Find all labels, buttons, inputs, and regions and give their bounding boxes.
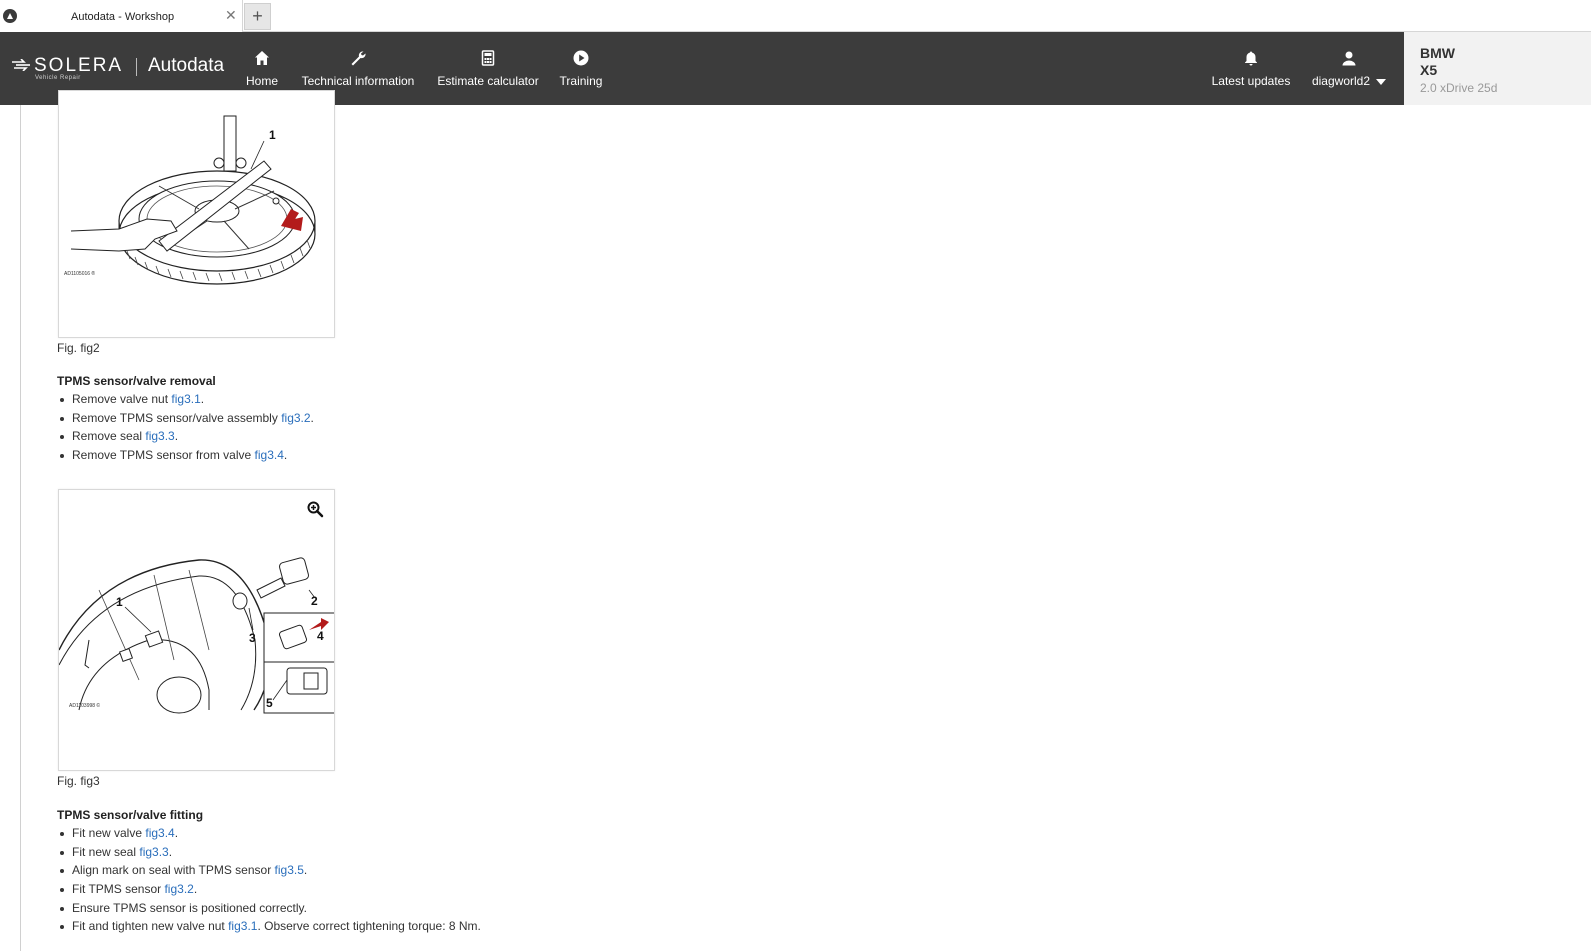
bell-icon	[1245, 51, 1257, 66]
removal-steps: Remove valve nut fig3.1. Remove TPMS sen…	[60, 390, 314, 465]
removal-title: TPMS sensor/valve removal	[57, 374, 216, 388]
list-item: Remove seal fig3.3.	[60, 427, 314, 446]
link-fig3-2[interactable]: fig3.2	[164, 882, 193, 896]
close-tab-icon[interactable]: ✕	[225, 7, 237, 23]
list-item: Fit and tighten new valve nut fig3.1. Ob…	[60, 917, 481, 936]
fig2-callout-1: 1	[269, 128, 276, 142]
vehicle-model: X5	[1420, 62, 1438, 78]
username: diagworld2	[1311, 74, 1371, 88]
browser-tab[interactable]: Autodata - Workshop ✕	[0, 0, 243, 32]
list-item: Remove TPMS sensor/valve assembly fig3.2…	[60, 409, 314, 428]
fig3-callout-2: 2	[311, 594, 318, 608]
solera-autodata-logo[interactable]: SOLERA Vehicle Repair Autodata	[12, 54, 232, 84]
tyre-fitting-diagram: 1 AD1105016 ®	[64, 115, 316, 285]
fig3-callout-5: 5	[266, 696, 273, 710]
solera-mark-icon	[12, 59, 30, 71]
nav-training-label: Training	[559, 74, 603, 88]
list-item: Align mark on seal with TPMS sensor fig3…	[60, 861, 481, 880]
content-left-border	[20, 105, 21, 951]
vehicle-make: BMW	[1420, 45, 1455, 61]
fig3-ref-code: AD1103998 ©	[69, 702, 100, 709]
latest-updates-label: Latest updates	[1211, 74, 1291, 88]
nav-training[interactable]: Training	[556, 32, 606, 105]
list-item: Remove TPMS sensor from valve fig3.4.	[60, 446, 314, 465]
browser-tabbar: Autodata - Workshop ✕ +	[0, 0, 1591, 32]
new-tab-button[interactable]: +	[244, 3, 271, 30]
fig3-callout-3: 3	[249, 631, 256, 645]
fig3-callout-4: 4	[317, 629, 324, 643]
logo-divider	[136, 58, 137, 76]
fig2-caption: Fig. fig2	[57, 341, 100, 355]
logo-brand: SOLERA	[34, 55, 124, 76]
fig3-caption: Fig. fig3	[57, 774, 100, 788]
figure-fig3[interactable]: 1 2 3 4 5 AD1103998 ©	[58, 489, 335, 771]
latest-updates-button[interactable]: Latest updates	[1206, 32, 1296, 105]
nav-estimate-calculator[interactable]: Estimate calculator	[433, 32, 543, 105]
link-fig3-1[interactable]: fig3.1	[228, 919, 257, 933]
logo-product: Autodata	[148, 55, 225, 76]
link-fig3-3[interactable]: fig3.3	[139, 845, 168, 859]
link-fig3-2[interactable]: fig3.2	[281, 411, 310, 425]
user-menu[interactable]: diagworld2	[1306, 32, 1392, 105]
fig2-ref-code: AD1105016 ®	[64, 270, 95, 277]
nav-home-label: Home	[245, 74, 278, 88]
vehicle-variant: 2.0 xDrive 25d	[1420, 81, 1498, 95]
figure-fig2[interactable]: 1 AD1105016 ®	[58, 90, 335, 338]
calculator-icon	[481, 50, 495, 66]
link-fig3-1[interactable]: fig3.1	[171, 392, 200, 406]
list-item: Fit new seal fig3.3.	[60, 843, 481, 862]
tpms-valve-diagram: 1 2 3 4 5 AD1103998 ©	[59, 557, 334, 714]
link-fig3-4[interactable]: fig3.4	[145, 826, 174, 840]
wrench-icon	[351, 51, 366, 66]
list-item: Ensure TPMS sensor is positioned correct…	[60, 899, 481, 918]
fig3-callout-1: 1	[116, 595, 123, 609]
nav-estimate-calculator-label: Estimate calculator	[437, 74, 539, 88]
home-icon	[255, 51, 269, 65]
list-item: Fit TPMS sensor fig3.2.	[60, 880, 481, 899]
zoom-in-icon[interactable]	[306, 500, 324, 518]
tab-title: Autodata - Workshop	[71, 11, 175, 23]
vehicle-selector[interactable]: BMW X5 2.0 xDrive 25d	[1404, 32, 1591, 105]
link-fig3-3[interactable]: fig3.3	[145, 429, 174, 443]
chevron-down-icon	[1376, 78, 1387, 85]
user-icon	[1342, 51, 1356, 66]
link-fig3-5[interactable]: fig3.5	[275, 863, 304, 877]
user-menu-label: diagworld2	[1306, 74, 1392, 88]
nav-technical-information-label: Technical information	[301, 74, 415, 88]
link-fig3-4[interactable]: fig3.4	[255, 448, 284, 462]
play-icon	[573, 50, 589, 66]
list-item: Remove valve nut fig3.1.	[60, 390, 314, 409]
logo-tagline: Vehicle Repair	[35, 75, 81, 81]
list-item: Fit new valve fig3.4.	[60, 824, 481, 843]
autodata-favicon-icon	[3, 9, 17, 23]
fitting-title: TPMS sensor/valve fitting	[57, 808, 204, 822]
fitting-steps: Fit new valve fig3.4. Fit new seal fig3.…	[60, 824, 481, 936]
